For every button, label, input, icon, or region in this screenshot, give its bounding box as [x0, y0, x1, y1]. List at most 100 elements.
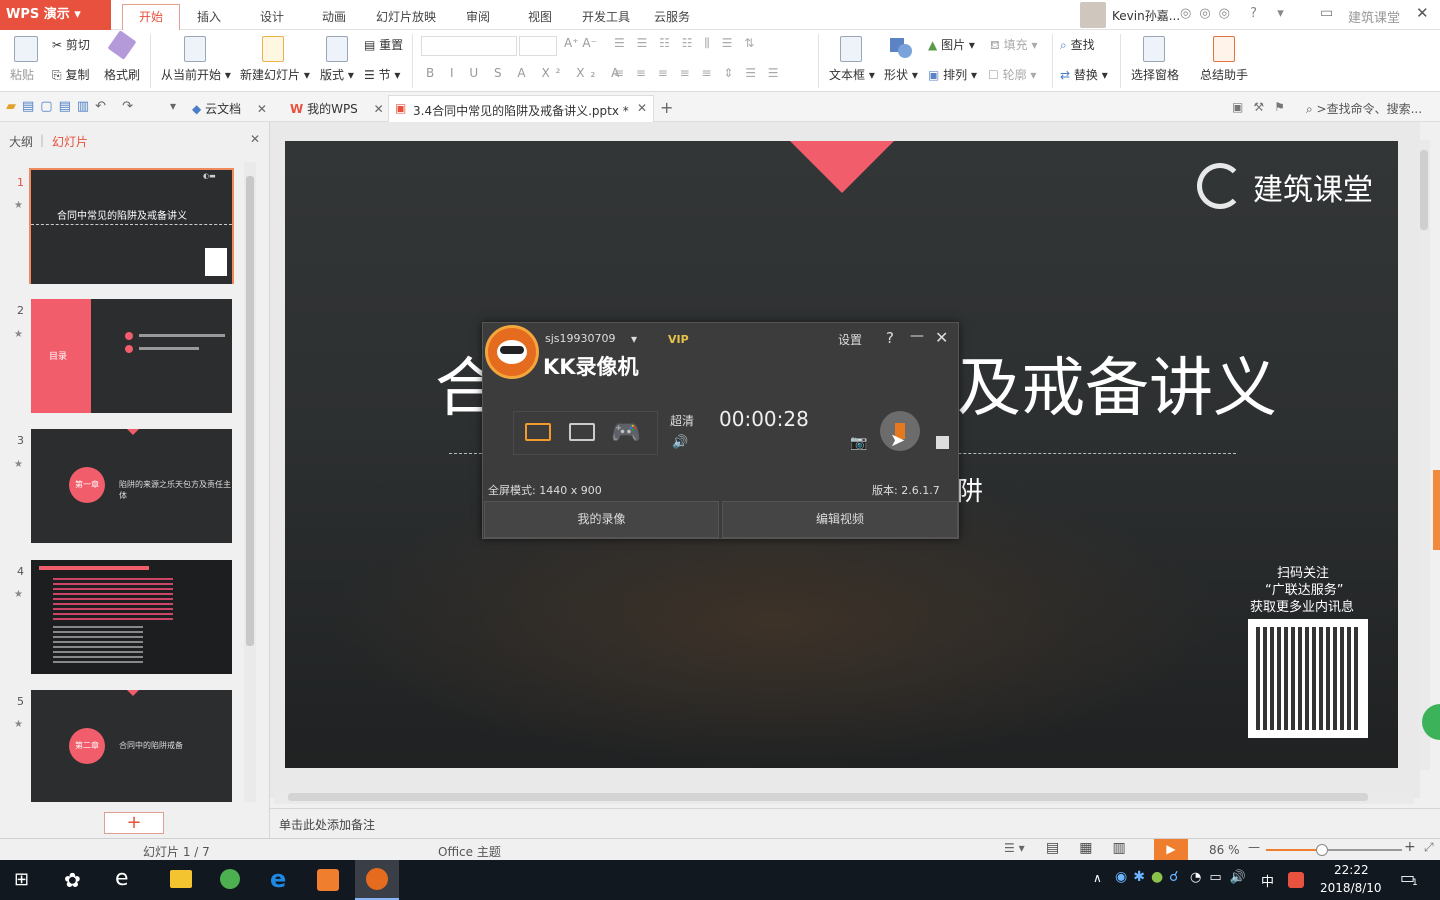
tab-design[interactable]: 设计 [260, 8, 284, 25]
side-tab[interactable] [1433, 470, 1440, 550]
paragraph-buttons[interactable]: ☰ ☰ ☷ ☷ ⫼ ☰ ⇅ [614, 36, 758, 51]
ie-browser-icon[interactable]: e [115, 866, 129, 891]
tab-review[interactable]: 审阅 [466, 8, 490, 25]
tab-outline[interactable]: 大纲 [9, 133, 33, 150]
tab-slideshow[interactable]: 幻灯片放映 [376, 8, 436, 25]
slide-thumbnail-2[interactable]: 目录 [31, 299, 232, 413]
fill-button[interactable]: ⛾ 填充 ▾ [990, 36, 1037, 54]
app-launcher-icon[interactable]: ✿ [64, 868, 81, 892]
copy-button[interactable]: ⎘ 复制 [52, 66, 89, 83]
find-button[interactable]: ⌕ 查找 [1060, 36, 1095, 53]
panel-scrollbar[interactable] [244, 162, 256, 802]
zoom-slider[interactable] [1266, 844, 1402, 856]
fit-window-icon[interactable]: ⤢ [1424, 840, 1434, 855]
clock-date[interactable]: 2018/8/10 [1320, 881, 1382, 895]
vertical-scrollbar[interactable] [1418, 140, 1430, 770]
text-box-icon[interactable] [840, 36, 862, 62]
kk-taskbar-button[interactable] [355, 860, 399, 900]
horizontal-scrollbar[interactable] [274, 790, 1414, 804]
windows-start-icon[interactable]: ⊞ [14, 869, 29, 890]
slide-thumbnail-5[interactable]: 第二章 合同中的陷阱戒备 [31, 690, 232, 802]
cloud-doc-tab[interactable]: ◆ 云文档 ✕ [192, 100, 267, 117]
active-document-tab[interactable]: ▣ 3.4合同中常见的陷阱及戒备讲义.pptx * ✕ [388, 95, 654, 122]
close-icon[interactable]: ✕ [935, 328, 948, 347]
stop-button[interactable] [936, 436, 949, 449]
my-wps-tab[interactable]: W 我的WPS ✕ [290, 100, 384, 117]
slide-thumbnail-4[interactable] [31, 560, 232, 674]
minimize-icon[interactable]: — [910, 328, 924, 344]
shape-icon[interactable] [890, 36, 914, 60]
reset-button[interactable]: ▤ 重置 [364, 36, 403, 53]
cut-button[interactable]: ✂ 剪切 [52, 36, 90, 53]
user-name[interactable]: Kevin孙嘉... [1112, 7, 1180, 24]
screenshot-camera-icon[interactable]: 📷 [850, 435, 867, 451]
selection-pane-icon[interactable] [1143, 36, 1165, 62]
my-recordings-button[interactable]: 我的录像 [484, 501, 719, 538]
play-from-current-icon[interactable] [184, 36, 206, 62]
paste-button[interactable]: 粘贴 [10, 66, 34, 83]
font-size-select[interactable] [519, 36, 557, 56]
new-slide-button[interactable]: 新建幻灯片 ▾ [240, 66, 310, 83]
command-search[interactable]: ⌕ >查找命令、搜索... [1306, 100, 1422, 117]
game-mode-icon[interactable]: 🎮 [611, 418, 641, 446]
close-panel-icon[interactable]: ✕ [250, 132, 260, 146]
font-style-buttons[interactable]: B I U S A X² X₂ A [426, 66, 625, 80]
wps-taskbar-icon[interactable] [317, 869, 339, 891]
edit-video-button[interactable]: 编辑视频 [722, 501, 958, 538]
text-box-button[interactable]: 文本框 ▾ [829, 66, 875, 83]
format-brush-icon[interactable] [107, 30, 137, 60]
zoom-out-icon[interactable]: — [1248, 840, 1260, 854]
tab-developer[interactable]: 开发工具 [582, 8, 630, 25]
close-window-icon[interactable]: ✕ [1416, 4, 1429, 22]
kk-recorder-window[interactable]: sjs19930709 ▾ VIP 设置 ? — ✕ KK录像机 🎮 超清 🔊 … [482, 322, 959, 539]
restore-icon[interactable]: ▭ [1320, 5, 1333, 21]
tray-system-icons[interactable]: ◔▭🔊 [1190, 870, 1254, 885]
close-icon[interactable]: ✕ [257, 102, 267, 116]
ime-indicator[interactable]: 中 [1261, 871, 1274, 890]
file-explorer-icon[interactable] [170, 870, 192, 888]
outline-button[interactable]: ☐ 轮廓 ▾ [988, 66, 1036, 83]
notes-pane[interactable]: 单击此处添加备注 [270, 808, 1440, 838]
app-menu-button[interactable]: WPS 演示 ▾ [0, 0, 111, 30]
user-avatar[interactable] [1080, 2, 1106, 28]
view-buttons[interactable]: ▤▦▥ [1046, 840, 1146, 856]
tab-view[interactable]: 视图 [528, 8, 552, 25]
shape-button[interactable]: 形状 ▾ [884, 66, 918, 83]
fullscreen-mode-icon[interactable] [525, 423, 551, 441]
notes-toggle-icon[interactable]: ☰ ▾ [1004, 841, 1025, 855]
region-mode-icon[interactable] [569, 423, 595, 441]
tab-animation[interactable]: 动画 [322, 8, 346, 25]
format-brush-button[interactable]: 格式刷 [104, 66, 140, 83]
layout-icon[interactable] [326, 36, 348, 62]
layout-button[interactable]: 版式 ▾ [320, 66, 354, 83]
edge-browser-icon[interactable]: e [270, 865, 286, 893]
tab-insert[interactable]: 插入 [197, 8, 221, 25]
summary-assistant-button[interactable]: 总结助手 [1200, 66, 1248, 83]
from-current-button[interactable]: 从当前开始 ▾ [161, 66, 231, 83]
slide-thumbnail-1[interactable]: 合同中常见的陷阱及戒备讲义 ◐▬ [31, 170, 232, 284]
tab-slides[interactable]: 幻灯片 [52, 133, 88, 150]
tab-cloud[interactable]: 云服务 [654, 8, 690, 25]
settings-button[interactable]: 设置 [838, 331, 862, 348]
section-button[interactable]: ☰ 节 ▾ [364, 66, 400, 83]
clock-time[interactable]: 22:22 [1334, 863, 1369, 877]
summary-assistant-icon[interactable] [1213, 36, 1235, 62]
new-tab-button[interactable]: + [660, 98, 673, 117]
tab-home[interactable]: 开始 [122, 4, 180, 30]
quick-access-icons[interactable]: ▰▤▢▤▥↶ ↷ [6, 99, 139, 114]
selection-pane-button[interactable]: 选择窗格 [1131, 66, 1179, 83]
docbar-tools-icons[interactable]: ▣⚒⚑ [1232, 100, 1295, 114]
browser-360-icon[interactable] [220, 869, 240, 889]
wps-tray-icon[interactable] [1288, 872, 1304, 888]
quality-select[interactable]: 超清 [670, 412, 694, 429]
align-buttons[interactable]: ≡ ≡ ≡ ≡ ≡ ⇕ ☰ ☰ [614, 66, 783, 80]
font-name-select[interactable] [421, 36, 517, 56]
slide-thumbnail-3[interactable]: 第一章 陷阱的来源之乐天包方及责任主体 [31, 429, 232, 543]
title-controls[interactable]: ◎◎◎ ? ▾ [1180, 6, 1292, 21]
play-slideshow-button[interactable]: ▶ [1154, 839, 1188, 860]
replace-button[interactable]: ⇄ 替换 ▾ [1060, 66, 1108, 83]
tray-expand-icon[interactable]: ∧ [1093, 871, 1102, 885]
close-icon[interactable]: ✕ [637, 101, 647, 115]
account-dropdown-icon[interactable]: ▾ [631, 332, 637, 346]
paste-icon[interactable] [14, 36, 38, 62]
